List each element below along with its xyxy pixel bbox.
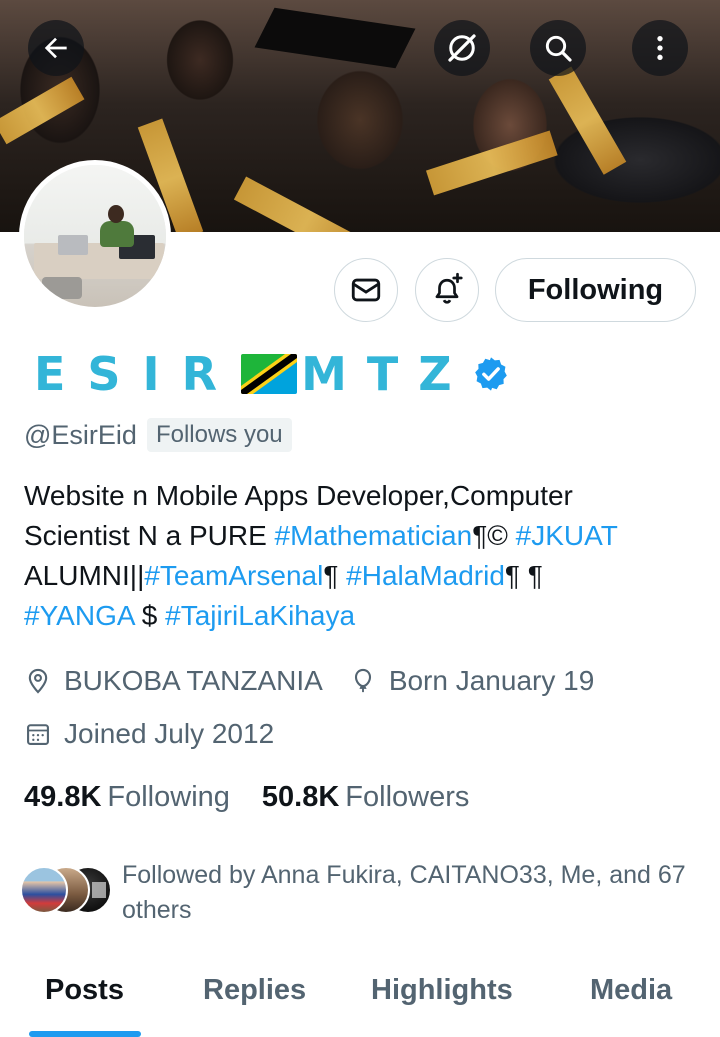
banner-stole [0, 76, 85, 145]
birthday-text: Born January 19 [388, 665, 595, 696]
more-button[interactable] [632, 20, 688, 76]
grok-button[interactable] [434, 20, 490, 76]
mutual-avatar [20, 866, 68, 914]
handle-row: @EsirEid Follows you [24, 417, 292, 453]
bell-plus-icon [435, 272, 463, 304]
display-name-part: MTZ [301, 347, 472, 401]
followers-count: 50.8K [261, 780, 340, 813]
following-label: Following [107, 780, 230, 813]
profile-meta-joined: Joined July 2012 [24, 716, 274, 752]
avatar-wall [24, 165, 166, 244]
following-stat[interactable]: 49.8K Following [24, 781, 230, 814]
bio-line: Scientist N a PURE #Mathematician¶© #JKU… [24, 516, 704, 556]
followed-by-text[interactable]: Followed by Anna Fukira, CAITANO33, Me, … [122, 858, 702, 928]
user-handle: @EsirEid [24, 419, 137, 450]
back-button[interactable] [28, 20, 84, 76]
followers-label: Followers [345, 780, 470, 813]
follow-stats: 49.8K Following 50.8K Followers [24, 779, 469, 815]
avatar-chair [42, 277, 82, 299]
following-count: 49.8K [24, 780, 102, 813]
avatar-laptop [58, 235, 88, 255]
bio-text: Website n Mobile Apps Developer,Computer [24, 480, 573, 511]
bio-text: Scientist N a PURE [24, 520, 275, 551]
location-text: BUKOBA TANZANIA [64, 665, 323, 696]
avatar-person [100, 221, 134, 247]
search-icon [545, 35, 572, 62]
display-name-part: ESIR [34, 347, 240, 401]
bio-text: ¶© [472, 520, 516, 551]
arrow-left-icon [44, 37, 67, 59]
hashtag-link[interactable]: #Mathematician [275, 520, 473, 551]
bio-text: ¶ ¶ [504, 560, 543, 591]
profile-bio: Website n Mobile Apps Developer,Computer… [24, 476, 704, 636]
profile-avatar[interactable] [19, 160, 171, 312]
notifications-button[interactable] [415, 258, 479, 322]
hashtag-link[interactable]: #TeamArsenal [144, 560, 323, 591]
following-button[interactable]: Following [495, 258, 696, 322]
bio-text: $ [133, 600, 166, 631]
tab-media[interactable]: Media [590, 974, 672, 1007]
balloon-icon [354, 668, 371, 693]
mutual-followers-avatars[interactable] [20, 866, 112, 916]
followers-stat[interactable]: 50.8K Followers [262, 781, 469, 814]
hashtag-link[interactable]: #YANGA [24, 600, 134, 631]
message-button[interactable] [334, 258, 398, 322]
bio-line: #YANGA $ #TajiriLaKihaya [24, 596, 704, 636]
hashtag-link[interactable]: #TajiriLaKihaya [165, 600, 355, 631]
tab-highlights[interactable]: Highlights [371, 974, 513, 1007]
search-button[interactable] [530, 20, 586, 76]
hashtag-link[interactable]: #JKUAT [516, 520, 618, 551]
profile-tabs: Posts Replies Highlights Media [0, 960, 720, 1037]
tab-replies[interactable]: Replies [203, 974, 306, 1007]
calendar-icon [27, 724, 49, 745]
more-vertical-icon [657, 36, 663, 60]
grok-icon [448, 34, 476, 62]
profile-meta-location-birthday: BUKOBA TANZANIA Born January 19 [24, 663, 594, 699]
bio-text: ¶ [323, 560, 347, 591]
bio-text: ALUMNI|| [24, 560, 145, 591]
avatar-person-head [108, 205, 124, 223]
joined-text: Joined July 2012 [64, 718, 275, 749]
display-name: ESIR MTZ [34, 346, 510, 402]
banner-mortarboard [254, 7, 416, 69]
hashtag-link[interactable]: #HalaMadrid [346, 560, 505, 591]
banner-stole [233, 176, 379, 232]
tanzania-flag-icon [241, 354, 298, 394]
banner-stole [548, 66, 627, 175]
active-tab-indicator [29, 1031, 141, 1037]
banner-stole [425, 130, 558, 196]
location-pin-icon [28, 668, 48, 694]
bio-line: Website n Mobile Apps Developer,Computer [24, 476, 704, 516]
bio-line: ALUMNI||#TeamArsenal¶ #HalaMadrid¶ ¶ [24, 556, 704, 596]
follows-you-badge: Follows you [146, 418, 292, 452]
envelope-icon [351, 278, 381, 302]
tab-posts[interactable]: Posts [45, 974, 124, 1007]
verified-badge-icon[interactable] [472, 355, 510, 393]
